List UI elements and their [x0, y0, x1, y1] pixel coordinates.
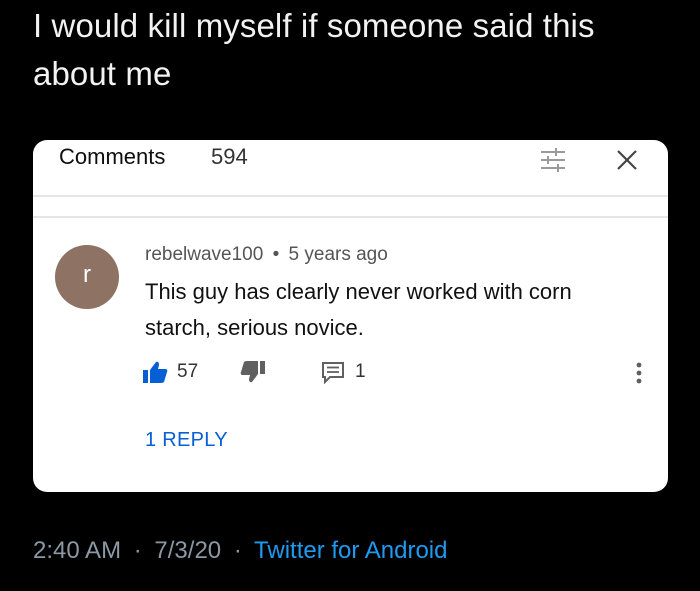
tweet-time: 2:40 AM: [33, 537, 122, 564]
reply-icon[interactable]: [319, 360, 347, 385]
comment-body-line-2: starch, serious novice.: [145, 315, 364, 340]
comment-time-ago: 5 years ago: [288, 244, 388, 265]
section-divider: [33, 216, 668, 218]
comments-header: Comments 594: [33, 140, 668, 198]
comments-screenshot-card: Comments 594 r rebelwave100 • 5 years ag…: [33, 140, 668, 492]
comment-author[interactable]: rebelwave100: [145, 244, 263, 265]
comment-actions: 57 1: [141, 358, 661, 388]
reply-count: 1: [355, 361, 366, 382]
avatar[interactable]: r: [55, 245, 119, 309]
tweet-date[interactable]: 7/3/20: [154, 537, 221, 564]
sort-icon[interactable]: [536, 146, 570, 176]
thumbs-up-icon[interactable]: [141, 360, 169, 384]
header-divider: [33, 195, 668, 197]
comments-count: 594: [211, 144, 248, 169]
close-icon[interactable]: [613, 146, 641, 174]
tweet-text: I would kill myself if someone said this…: [33, 2, 683, 98]
tweet-meta-separator: ·: [133, 537, 142, 564]
tweet-text-line-1: I would kill myself if someone said this: [33, 7, 595, 44]
avatar-letter: r: [83, 261, 91, 288]
tweet-text-line-2: about me: [33, 55, 172, 92]
more-vertical-icon[interactable]: [629, 358, 649, 388]
comment-body: This guy has clearly never worked with c…: [145, 274, 645, 346]
thumbs-down-icon[interactable]: [239, 360, 267, 384]
comment-meta: rebelwave100 • 5 years ago: [145, 243, 388, 267]
tweet-meta: 2:40 AM · 7/3/20 · Twitter for Android: [33, 535, 447, 567]
comments-title: Comments: [59, 144, 166, 169]
tweet-source-link[interactable]: Twitter for Android: [254, 537, 447, 564]
meta-separator: •: [272, 244, 280, 265]
tweet-meta-separator: ·: [233, 537, 242, 564]
like-count: 57: [177, 361, 199, 382]
comment-body-line-1: This guy has clearly never worked with c…: [145, 279, 572, 304]
view-replies-link[interactable]: 1 REPLY: [145, 427, 228, 453]
